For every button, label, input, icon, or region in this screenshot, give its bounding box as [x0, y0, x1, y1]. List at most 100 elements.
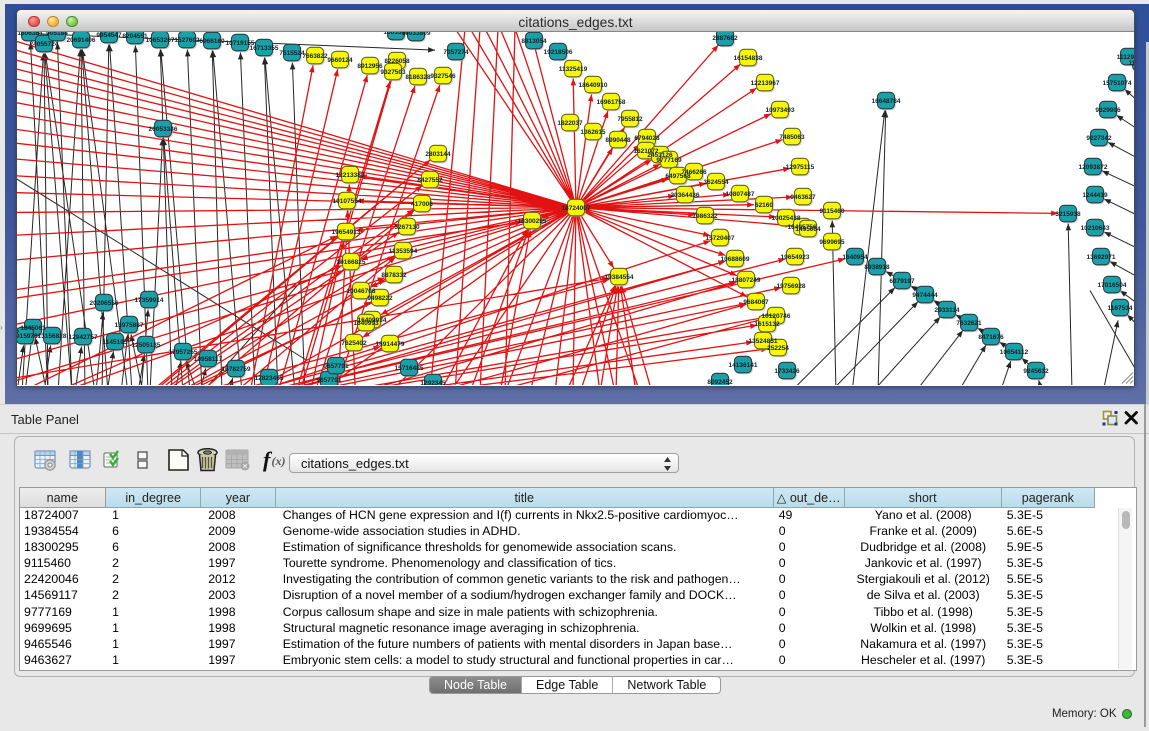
svg-text:7625402: 7625402 — [341, 340, 367, 347]
svg-text:19218506: 19218506 — [544, 49, 573, 56]
svg-text:9657791: 9657791 — [316, 377, 342, 384]
svg-text:10807487: 10807487 — [726, 191, 755, 198]
svg-text:19384554: 19384554 — [605, 274, 634, 281]
svg-text:8427552: 8427552 — [417, 177, 443, 184]
svg-text:15720407: 15720407 — [706, 235, 735, 242]
svg-text:9115460: 9115460 — [820, 208, 845, 215]
svg-text:19166825: 19166825 — [337, 259, 366, 266]
svg-text:2887682: 2887682 — [712, 35, 738, 42]
svg-text:6794028: 6794028 — [634, 135, 660, 142]
svg-text:9227342: 9227342 — [1086, 135, 1112, 142]
svg-text:1244419: 1244419 — [1082, 192, 1108, 199]
svg-text:(x): (x) — [272, 454, 286, 468]
svg-text:10654112: 10654112 — [1000, 349, 1029, 356]
svg-text:19654913: 19654913 — [332, 229, 361, 236]
svg-text:9463627: 9463627 — [790, 194, 816, 201]
svg-text:16961758: 16961758 — [597, 99, 626, 106]
svg-text:12975115: 12975115 — [786, 164, 815, 171]
svg-text:18640910: 18640910 — [579, 82, 608, 89]
svg-text:7485063: 7485063 — [779, 134, 805, 141]
svg-text:7466266: 7466266 — [681, 169, 707, 176]
svg-text:19654923: 19654923 — [781, 254, 810, 261]
svg-text:3624554: 3624554 — [703, 179, 729, 186]
svg-text:252254: 252254 — [767, 345, 789, 352]
svg-text:9660124: 9660124 — [327, 57, 353, 64]
svg-text:10688609: 10688609 — [721, 256, 750, 263]
svg-text:9327503: 9327503 — [380, 69, 406, 76]
svg-text:17016504: 17016504 — [1098, 282, 1127, 289]
svg-text:18724007: 18724007 — [562, 205, 591, 212]
svg-text:8878332: 8878332 — [381, 272, 407, 279]
svg-text:10120746: 10120746 — [762, 313, 791, 320]
svg-text:9329906: 9329906 — [1095, 107, 1121, 114]
svg-text:7663822: 7663822 — [302, 53, 328, 60]
svg-text:12942757: 12942757 — [69, 334, 98, 341]
svg-text:16713355: 16713355 — [250, 45, 279, 52]
svg-text:1495604: 1495604 — [795, 226, 821, 233]
svg-text:2933114: 2933114 — [935, 307, 960, 314]
svg-text:20364436: 20364436 — [671, 192, 700, 199]
svg-text:7515524: 7515524 — [279, 50, 305, 57]
svg-text:13156828: 13156828 — [38, 333, 67, 340]
svg-text:18807249: 18807249 — [732, 277, 761, 284]
svg-text:7632621: 7632621 — [956, 320, 982, 327]
svg-text:12213967: 12213967 — [751, 80, 780, 87]
svg-text:11325419: 11325419 — [559, 66, 588, 73]
svg-text:1112905: 1112905 — [1117, 54, 1134, 61]
svg-text:7955812: 7955812 — [617, 116, 643, 123]
svg-text:6379197: 6379197 — [889, 278, 915, 285]
svg-text:10973493: 10973493 — [766, 107, 795, 114]
svg-text:14136141: 14136141 — [729, 362, 758, 369]
svg-text:11353594: 11353594 — [389, 248, 418, 255]
svg-text:10107554: 10107554 — [333, 198, 362, 205]
svg-text:7986322: 7986322 — [692, 213, 718, 220]
svg-text:1640993: 1640993 — [353, 320, 379, 327]
svg-text:1292345: 1292345 — [420, 380, 446, 385]
svg-text:10653267: 10653267 — [146, 37, 175, 44]
svg-text:2803144: 2803144 — [425, 151, 451, 158]
svg-text:10958117: 10958117 — [194, 356, 223, 363]
svg-text:10210643: 10210643 — [1081, 225, 1110, 232]
svg-text:1806384: 1806384 — [17, 32, 43, 37]
svg-text:8813054: 8813054 — [521, 38, 547, 45]
svg-text:3915978: 3915978 — [17, 333, 38, 340]
svg-text:9684067: 9684067 — [743, 299, 769, 306]
svg-text:9954547: 9954547 — [96, 32, 122, 39]
svg-text:1733426: 1733426 — [774, 368, 800, 375]
svg-text:16033809: 16033809 — [402, 32, 431, 37]
svg-text:9245632: 9245632 — [1023, 368, 1049, 375]
svg-text:18300295: 18300295 — [518, 218, 547, 225]
svg-text:17359914: 17359914 — [135, 297, 164, 304]
svg-text:12823465: 12823465 — [255, 375, 284, 382]
svg-text:24055724: 24055724 — [30, 41, 59, 48]
svg-text:13975887: 13975887 — [115, 322, 144, 329]
svg-text:8204551: 8204551 — [122, 33, 148, 40]
svg-text:16914479: 16914479 — [376, 341, 405, 348]
svg-text:12213383: 12213383 — [336, 172, 365, 179]
svg-text:13692971: 13692971 — [1087, 254, 1116, 261]
svg-text:19756928: 19756928 — [777, 283, 806, 290]
svg-text:8471676: 8471676 — [978, 334, 1004, 341]
svg-text:9327546: 9327546 — [430, 73, 456, 80]
svg-text:417006: 417006 — [411, 201, 433, 208]
svg-text:17957255: 17957255 — [169, 349, 198, 356]
svg-text:8938918: 8938918 — [864, 264, 890, 271]
svg-text:1845061: 1845061 — [20, 325, 46, 332]
svg-text:12093872: 12093872 — [1079, 164, 1108, 171]
svg-text:15716485: 15716485 — [395, 365, 424, 372]
svg-text:8226058: 8226058 — [384, 58, 410, 65]
svg-text:905184: 905184 — [46, 32, 68, 37]
svg-text:1527602: 1527602 — [174, 37, 200, 44]
svg-text:62160: 62160 — [755, 202, 773, 209]
svg-text:6966160: 6966160 — [199, 38, 225, 45]
svg-text:8912956: 8912956 — [357, 63, 383, 70]
svg-text:13524851: 13524851 — [749, 338, 778, 345]
svg-text:1822037: 1822037 — [557, 120, 583, 127]
svg-text:1615132: 1615132 — [754, 321, 780, 328]
svg-text:15751074: 15751074 — [1103, 80, 1132, 87]
svg-text:8186328: 8186328 — [405, 74, 431, 81]
svg-text:8092452: 8092452 — [707, 379, 733, 385]
svg-text:9699695: 9699695 — [819, 239, 845, 246]
svg-text:20053346: 20053346 — [149, 126, 178, 133]
svg-text:16648784: 16648784 — [872, 98, 901, 105]
